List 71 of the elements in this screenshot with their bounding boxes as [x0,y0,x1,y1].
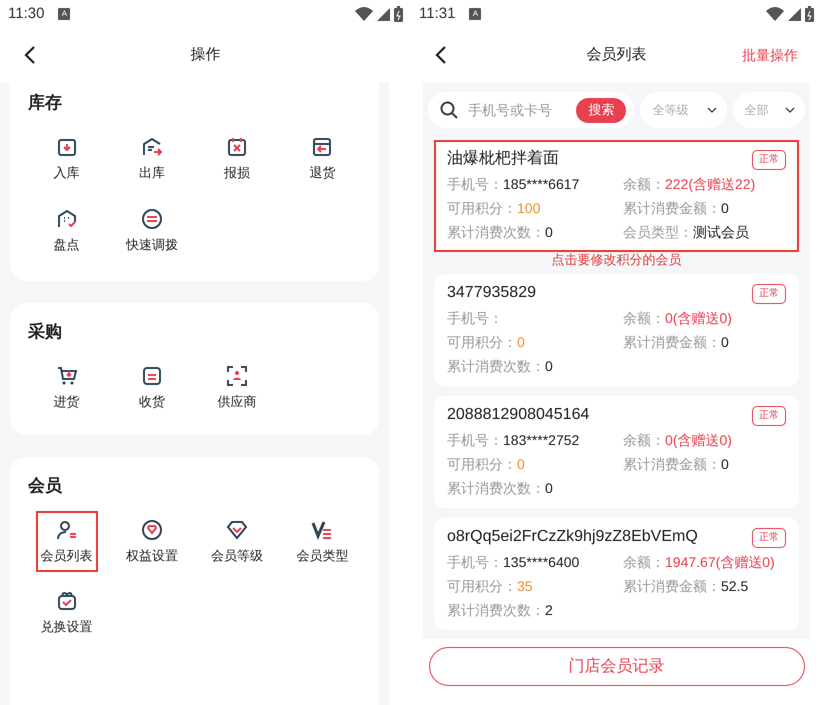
menu-item[interactable]: 会员类型 [291,510,354,572]
status-tag: 正常 [752,150,786,170]
annotation-text: 点击要修改积分的会员 [552,252,682,268]
menu-item[interactable]: 退货 [304,128,340,190]
member-field: 累计消费次数：0 [447,220,623,244]
member-field: 可用积分：0 [447,452,623,476]
member-field: 累计消费次数：0 [447,476,623,500]
member-field: 手机号：185****6617 [447,172,623,196]
member-field: 累计消费金额：0 [623,330,786,354]
member-field: 累计消费金额：0 [623,196,786,220]
menu-item[interactable]: 兑换设置 [36,582,98,644]
notification-badge: A [58,8,70,20]
signal-icon [377,8,390,20]
menu-item[interactable]: 会员等级 [206,510,268,572]
member-field: 累计消费金额：0 [623,452,786,476]
member-field: 累计消费金额：52.5 [623,574,786,598]
menu-item[interactable]: 进货 [48,357,85,418]
member-field: 手机号：135****6400 [447,550,623,574]
menu-item[interactable]: 会员列表 [36,510,98,572]
member-card[interactable]: 2088812908045164 正常 手机号：183****2752 余额：0(含赠送0) 可用积分：0 累计消费金额：0 累计消费次数：0 [434,396,799,508]
member-field: 可用积分：0 [447,330,623,354]
store-member-records-button[interactable]: 门店会员记录 [428,647,804,686]
member-field: 余额：222(含赠送22) [623,172,786,196]
member-field: 余额：1947.67(含赠送0) [623,550,786,574]
menu-item[interactable]: 盘点 [48,200,85,261]
battery-icon [805,6,814,22]
member-name: 3477935829 [447,283,536,303]
menu-item[interactable]: 入库 [48,128,85,190]
member-name: 油爆枇杷拌着面 [447,148,559,169]
member-field: 手机号：183****2752 [447,428,623,452]
menu-item[interactable]: 报损 [219,128,256,190]
member-field: 手机号： [447,306,623,330]
member-card[interactable]: 油爆枇杷拌着面 正常 手机号：185****6617 余额：222(含赠送22) 可用积分：100 累计消费金额：0 累计消费次数：0 会员类型：测试会员 [434,140,799,252]
status-time: 11:31 [419,4,456,24]
status-time: 11:30 [8,4,44,24]
member-card[interactable]: o8rQq5ei2FrCzZk9hj9zZ8EbVEmQ 正常 手机号：135****6400 余额：1947.67(含赠送0) 可用积分：35 累计消费金额：52.5 累计消费次数：2 [434,518,799,630]
member-field: 余额：0(含赠送0) [623,306,786,330]
chevron-down-icon [784,107,795,113]
wifi-icon [355,7,373,21]
page-title: 操作 [190,44,220,65]
section-title: 库存 [26,92,63,114]
wifi-icon [766,7,784,21]
member-name: o8rQq5ei2FrCzZk9hj9zZ8EbVEmQ [447,527,698,547]
member-field: 余额：0(含赠送0) [623,428,786,452]
menu-item[interactable]: 权益设置 [120,510,183,572]
page-title: 会员列表 [586,44,646,65]
signal-icon [788,8,801,20]
member-field: 累计消费次数：2 [447,598,623,622]
notification-badge: A [469,8,482,20]
member-field: 可用积分：100 [447,196,623,220]
search-icon [440,101,458,119]
menu-item[interactable]: 供应商 [212,357,262,418]
status-tag: 正常 [752,406,786,426]
member-field: 会员类型：测试会员 [623,220,786,244]
search-field[interactable]: 手机号或卡号 搜索 [428,92,634,128]
member-field: 累计消费次数：0 [447,354,623,378]
section-title: 采购 [27,321,63,343]
person-frame-icon [225,364,250,388]
menu-item[interactable]: 快速调拨 [120,200,183,261]
menu-item[interactable]: 出库 [134,128,170,190]
status-tag: 正常 [752,528,786,548]
chevron-down-icon [706,107,716,113]
member-name: 2088812908045164 [447,405,590,425]
batch-action-link[interactable]: 批量操作 [742,44,798,66]
section-title: 会员 [26,474,63,496]
battery-icon [394,6,403,22]
status-tag: 正常 [752,284,786,304]
search-button[interactable]: 搜索 [576,98,626,122]
member-card[interactable]: 3477935829 正常 手机号： 余额：0(含赠送0) 可用积分：0 累计消费金额：0 累计消费次数：0 [434,274,799,386]
member-field: 可用积分：35 [447,574,623,598]
menu-item[interactable]: 收货 [134,357,170,418]
